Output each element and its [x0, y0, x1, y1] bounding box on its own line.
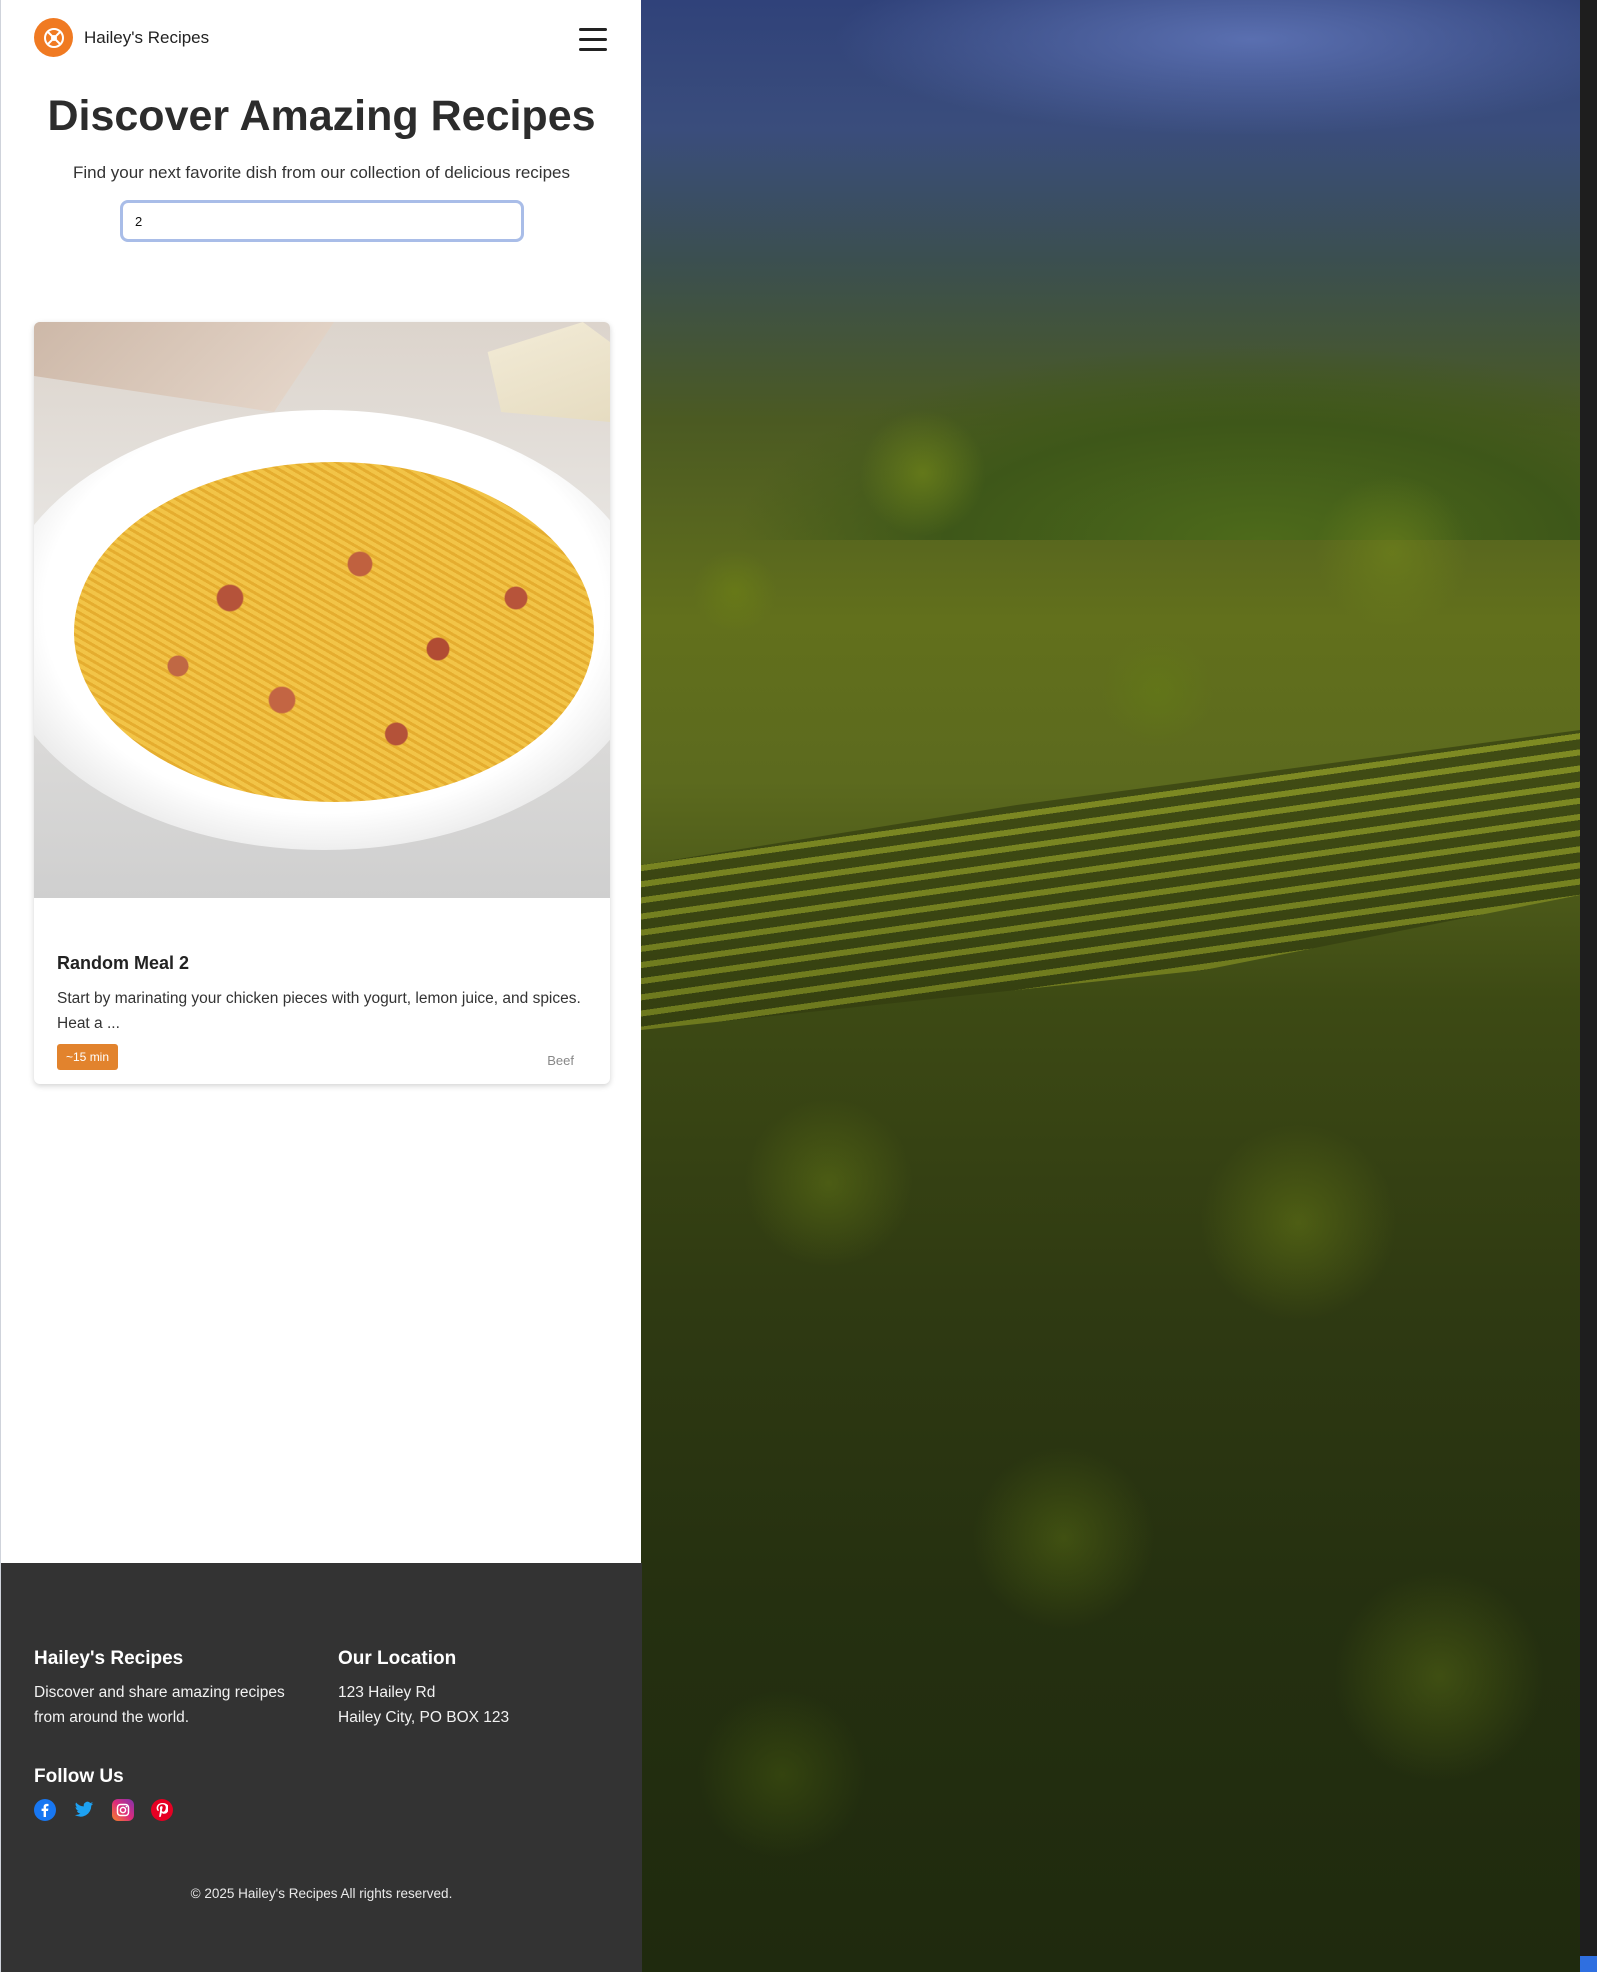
editor-side-strip	[1580, 0, 1597, 1972]
recipe-category: Beef	[547, 1053, 574, 1068]
recipe-description: Start by marinating your chicken pieces …	[57, 990, 581, 1032]
pasta-image-part	[74, 462, 594, 802]
pinterest-icon[interactable]	[151, 1799, 173, 1821]
footer-address-line2: Hailey City, PO BOX 123	[338, 1709, 510, 1726]
footer-brand-heading: Hailey's Recipes	[34, 1648, 184, 1669]
napkin-image-part	[34, 322, 334, 412]
landscape-background	[641, 0, 1580, 1972]
footer-follow-heading: Follow Us	[34, 1766, 124, 1787]
status-indicator	[1580, 1956, 1597, 1972]
facebook-icon[interactable]	[34, 1799, 56, 1821]
recipe-card[interactable]: Random Meal 2 Start by marinating your c…	[34, 322, 610, 1084]
chef-utensils-icon	[43, 27, 64, 48]
twitter-icon[interactable]	[73, 1799, 95, 1821]
page-title: Discover Amazing Recipes	[47, 92, 596, 140]
page-subtitle: Find your next favorite dish from our co…	[72, 163, 570, 182]
search-input[interactable]	[120, 200, 524, 242]
hamburger-menu-icon[interactable]	[579, 28, 607, 54]
footer: Hailey's Recipes Discover and share amaz…	[1, 1563, 642, 1972]
time-badge: ~15 min	[57, 1044, 119, 1070]
footer-location-heading: Our Location	[338, 1648, 457, 1669]
recipe-title[interactable]: Random Meal 2	[57, 953, 189, 974]
recipe-image	[34, 322, 610, 898]
copyright-text: © 2025 Hailey's Recipes All rights reser…	[190, 1886, 453, 1901]
cheese-image-part	[487, 322, 610, 422]
footer-address-line1: 123 Hailey Rd	[338, 1684, 436, 1701]
app-window: Hailey's Recipes Discover Amazing Recipe…	[0, 0, 642, 1972]
brand-name[interactable]: Hailey's Recipes	[84, 28, 209, 48]
navbar: Hailey's Recipes	[1, 0, 642, 78]
instagram-icon[interactable]	[112, 1799, 134, 1821]
logo-icon[interactable]	[34, 18, 73, 57]
footer-about-text: Discover and share amazing recipes from …	[34, 1684, 285, 1726]
